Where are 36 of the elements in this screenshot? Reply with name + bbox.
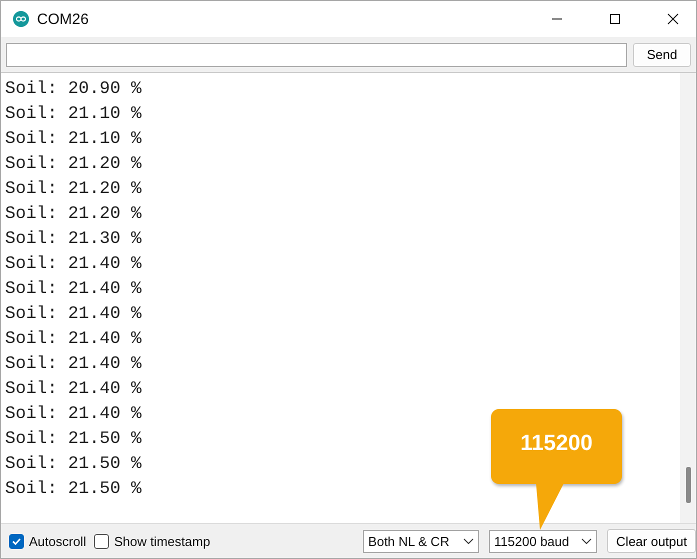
scrollbar-thumb[interactable]	[686, 467, 691, 503]
output-line: Soil: 21.40 %	[5, 353, 142, 376]
line-ending-dropdown[interactable]: Both NL & CR	[363, 530, 480, 552]
output-line: Soil: 21.10 %	[5, 128, 142, 151]
output-line: Soil: 21.20 %	[5, 203, 142, 226]
close-icon	[667, 13, 679, 25]
chevron-down-icon	[581, 538, 592, 544]
output-line: Soil: 21.50 %	[5, 478, 142, 501]
window-title: COM26	[37, 10, 89, 28]
callout: 115200	[491, 409, 622, 484]
output-line: Soil: 21.40 %	[5, 328, 142, 351]
checkbox-label: Autoscroll	[29, 534, 86, 548]
output-line: Soil: 21.50 %	[5, 428, 142, 451]
checkbox[interactable]	[94, 534, 110, 548]
maximize-icon	[609, 13, 621, 25]
callout-pointer-icon	[536, 483, 564, 530]
app-logo-icon	[13, 11, 29, 27]
output-line: Soil: 21.40 %	[5, 303, 142, 326]
output-line: Soil: 21.40 %	[5, 253, 142, 276]
output-line: Soil: 21.40 %	[5, 278, 142, 301]
output-line: Soil: 21.30 %	[5, 228, 142, 251]
check-icon	[11, 536, 22, 546]
clear-output-button[interactable]: Clear output	[607, 529, 696, 553]
output-line: Soil: 20.90 %	[5, 78, 142, 101]
output-line: Soil: 21.50 %	[5, 453, 142, 476]
chevron-down-icon	[463, 538, 474, 544]
output-line: Soil: 21.10 %	[5, 103, 142, 126]
checkbox[interactable]	[9, 534, 24, 548]
checkbox-label: Show timestamp	[114, 534, 210, 548]
send-button[interactable]: Send	[633, 42, 691, 66]
baud-rate-dropdown[interactable]: 115200 baud	[489, 530, 598, 552]
output-line: Soil: 21.20 %	[5, 153, 142, 176]
output-line: Soil: 21.40 %	[5, 378, 142, 401]
output-line: Soil: 21.20 %	[5, 178, 142, 201]
message-input-field[interactable]	[6, 42, 627, 66]
output-line: Soil: 21.40 %	[5, 403, 142, 426]
